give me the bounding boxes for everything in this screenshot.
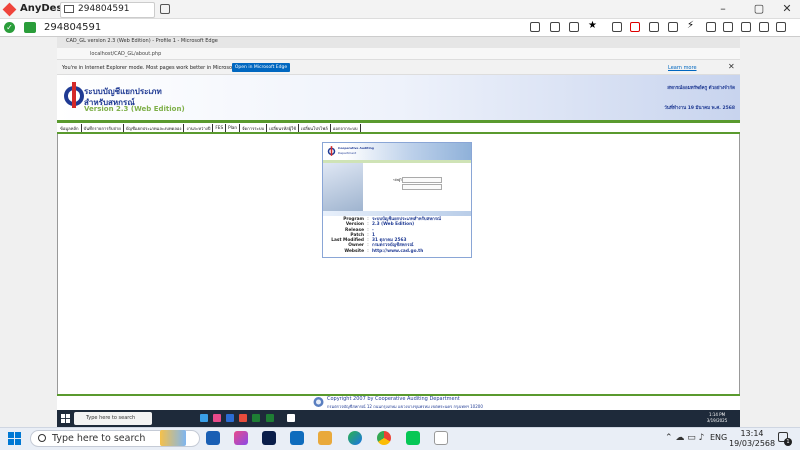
- system-tray-icons[interactable]: ⌃ ☁ ▭ ♪: [665, 433, 704, 443]
- app-icon[interactable]: [234, 431, 248, 445]
- line-icon[interactable]: [406, 431, 420, 445]
- monitor-icon: [64, 5, 74, 13]
- screenshot-icon[interactable]: [759, 22, 769, 32]
- info-row: Website: http://www.cad.go.th: [324, 249, 470, 254]
- session-tab-label: 294804591: [78, 4, 130, 14]
- edge-url[interactable]: localhost/CAD_GL/about.php: [90, 51, 161, 57]
- panel-brand-sub: Department: [338, 151, 357, 155]
- edge-icon[interactable]: [348, 431, 362, 445]
- remote-start-icon[interactable]: [61, 414, 70, 423]
- windows-start-icon[interactable]: [8, 432, 21, 445]
- work-date: วันที่ทำงาน 19 มีนาคม พ.ศ. 2568: [664, 106, 735, 111]
- photoshop-icon[interactable]: [262, 431, 276, 445]
- file-transfer-icon[interactable]: [612, 22, 622, 32]
- cad-logo-icon: [64, 82, 84, 108]
- notification-badge: 1: [784, 438, 792, 446]
- database-icon[interactable]: [569, 22, 579, 32]
- learn-more-link[interactable]: Learn more: [668, 65, 697, 71]
- remote-background-right: [741, 37, 800, 427]
- seal-icon: [313, 397, 324, 407]
- task-view-icon[interactable]: [206, 431, 220, 445]
- menu-divider: [57, 132, 740, 134]
- coop-name: สหกรณ์ออมทรัพย์ครู ตัวอย่างจำกัด: [667, 86, 735, 91]
- keyboard-icon[interactable]: [706, 22, 716, 32]
- remote-app-icon[interactable]: [266, 414, 274, 422]
- username-field[interactable]: [402, 177, 442, 183]
- info-value[interactable]: http://www.cad.go.th: [372, 249, 423, 254]
- remote-app-icon[interactable]: [226, 414, 234, 422]
- display-icon[interactable]: [649, 22, 659, 32]
- remote-clock-date: 3/19/2025: [706, 418, 728, 423]
- panel-bottom-strip: [323, 211, 471, 216]
- shield-icon[interactable]: [723, 22, 733, 32]
- draw-icon[interactable]: [776, 22, 786, 32]
- remote-address[interactable]: 294804591: [44, 22, 101, 33]
- plus-icon[interactable]: [741, 22, 751, 32]
- panel-illustration: [323, 163, 363, 211]
- footer-address: กรมตรวจบัญชีสหกรณ์ 12 ถนนกรุงเกษม แขวงบา…: [327, 404, 483, 409]
- search-highlight-icon[interactable]: [160, 430, 186, 446]
- system-version: Version 2.3 (Web Edition): [84, 105, 185, 113]
- ie-mode-text: You're in Internet Explorer mode. Most p…: [62, 65, 252, 71]
- document-icon[interactable]: [434, 431, 448, 445]
- chat-icon[interactable]: [530, 22, 540, 32]
- close-button[interactable]: ✕: [776, 2, 798, 15]
- info-value: 2.3 (Web Edition): [372, 222, 415, 228]
- remote-app-icon[interactable]: [252, 414, 260, 422]
- about-info: Program: ระบบบัญชีแยกประเภทสำหรับสหกรณ์ V…: [324, 217, 470, 254]
- action-icon[interactable]: [630, 22, 640, 32]
- remote-background-left: [0, 37, 57, 427]
- footer-copyright: Copyright 2007 by Cooperative Auditing D…: [327, 396, 460, 402]
- cad-small-logo-icon: [327, 146, 336, 156]
- outlook-icon[interactable]: [290, 431, 304, 445]
- remote-screen-icon: [24, 22, 36, 33]
- banner-close-icon[interactable]: ✕: [728, 62, 735, 71]
- remote-app-icon[interactable]: [200, 414, 208, 422]
- hourglass-icon[interactable]: [550, 22, 560, 32]
- new-tab-icon[interactable]: [160, 4, 170, 14]
- edge-window-title: CAD_GL version 2.3 (Web Edition) - Profi…: [66, 38, 218, 44]
- password-field[interactable]: [402, 184, 442, 190]
- open-in-edge-button[interactable]: Open in Microsoft Edge: [232, 63, 290, 72]
- remote-search-placeholder: Type here to search: [86, 415, 136, 421]
- remote-clock-time: 1:14 PM: [708, 412, 726, 417]
- chrome-icon[interactable]: [377, 431, 391, 445]
- file-explorer-icon[interactable]: [318, 431, 332, 445]
- remote-app-icon[interactable]: [239, 414, 247, 422]
- star-icon[interactable]: ★: [588, 20, 598, 31]
- taskbar-search-placeholder: Type here to search: [52, 433, 146, 444]
- panel-brand: Cooperative Auditing: [338, 146, 374, 150]
- remote-taskbar: [57, 410, 740, 427]
- remote-app-icon[interactable]: [287, 414, 295, 422]
- message-icon[interactable]: [668, 22, 678, 32]
- lightning-icon[interactable]: ⚡: [687, 20, 697, 31]
- remote-app-icon[interactable]: [213, 414, 221, 422]
- clock-time[interactable]: 13:14: [732, 429, 772, 438]
- connection-ok-icon: ✓: [4, 22, 15, 33]
- minimize-button[interactable]: –: [712, 2, 734, 15]
- search-icon: [38, 434, 46, 442]
- clock-date[interactable]: 19/03/2568: [729, 439, 775, 448]
- anydesk-toolbar: [0, 19, 800, 37]
- info-key: Website: [344, 248, 364, 254]
- language-indicator[interactable]: ENG: [710, 433, 727, 442]
- maximize-button[interactable]: ▢: [748, 2, 770, 15]
